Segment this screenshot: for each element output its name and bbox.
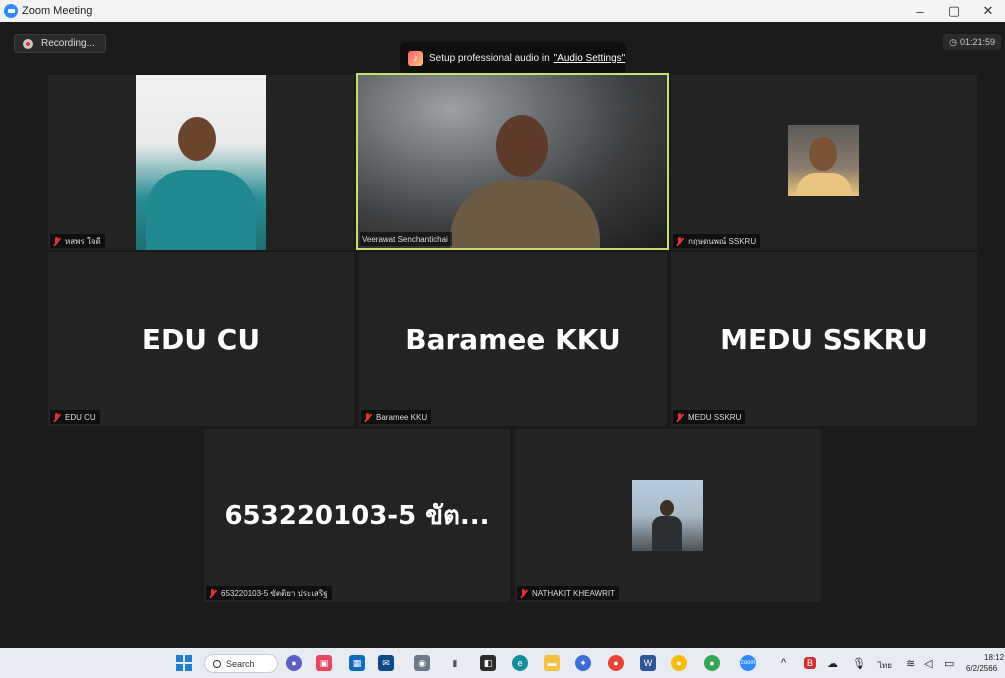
participant-name-tag: Veerawat Senchantichai bbox=[360, 232, 452, 246]
restore-button[interactable]: ▢ bbox=[937, 0, 971, 22]
participant-display-name: MEDU SSKRU bbox=[720, 322, 928, 356]
zoom-icon[interactable]: zoom bbox=[740, 655, 756, 671]
tray-cloud-icon[interactable]: ☁ bbox=[827, 657, 838, 670]
search-icon bbox=[213, 659, 221, 668]
battery-icon[interactable]: ▭ bbox=[944, 657, 954, 670]
meeting-timer: ◷ 01:21:59 bbox=[943, 34, 1001, 50]
mic-muted-icon bbox=[519, 588, 528, 598]
word-icon[interactable]: W bbox=[640, 655, 656, 671]
record-icon bbox=[23, 38, 33, 49]
clock-time[interactable]: 18:12 bbox=[984, 653, 1004, 662]
windows-taskbar: Search ● ▣ ▦ ✉ ◉ ▮ ◧ e ▬ ✦ ● W ● ● zoom … bbox=[0, 648, 1005, 678]
tray-chevron-icon[interactable]: ^ bbox=[781, 657, 786, 669]
timer-value: 01:21:59 bbox=[959, 37, 995, 47]
participant-name-tag: MEDU SSKRU bbox=[673, 410, 746, 424]
app-icon[interactable]: ✦ bbox=[575, 655, 591, 671]
clock-icon: ◷ bbox=[949, 36, 957, 47]
audio-settings-banner: ♪ Setup professional audio in "Audio Set… bbox=[400, 42, 626, 74]
participant-tile[interactable]: NATHAKIT KHEAWRIT bbox=[515, 429, 821, 602]
input-language[interactable]: ไทย bbox=[878, 659, 892, 672]
chrome-profile-icon[interactable]: ● bbox=[704, 655, 720, 671]
participant-tile[interactable]: หสพร ใจดี bbox=[48, 75, 354, 250]
participant-tile[interactable]: MEDU SSKRU MEDU SSKRU bbox=[671, 252, 977, 426]
mic-muted-icon bbox=[208, 588, 217, 598]
tray-mic-icon[interactable]: 🎙 bbox=[852, 657, 866, 670]
recording-indicator[interactable]: Recording... bbox=[14, 34, 106, 53]
zoom-logo-icon bbox=[4, 4, 18, 18]
volume-icon[interactable]: ◁ bbox=[924, 657, 932, 670]
file-explorer-icon[interactable]: ▬ bbox=[544, 655, 560, 671]
participant-video bbox=[632, 480, 703, 551]
usb-icon[interactable]: ▮ bbox=[447, 655, 463, 671]
participant-name-tag: NATHAKIT KHEAWRIT bbox=[517, 586, 619, 600]
participant-tile[interactable]: กฤษดนพณ์ SSKRU bbox=[671, 75, 977, 250]
mail-icon[interactable]: ✉ bbox=[378, 655, 394, 671]
window-title: Zoom Meeting bbox=[22, 5, 93, 17]
clock-date[interactable]: 6/2/2566 bbox=[966, 664, 997, 673]
search-label: Search bbox=[226, 658, 255, 669]
music-note-icon: ♪ bbox=[408, 50, 423, 66]
participant-display-name: Baramee KKU bbox=[405, 322, 621, 356]
participant-name-tag: Baramee KKU bbox=[361, 410, 432, 424]
participant-display-name: EDU CU bbox=[141, 322, 261, 356]
chat-icon[interactable]: ● bbox=[286, 655, 302, 671]
title-bar: Zoom Meeting – ▢ ✕ bbox=[0, 0, 1005, 22]
taskbar-search-box[interactable]: Search bbox=[204, 654, 278, 673]
participant-name-tag: กฤษดนพณ์ SSKRU bbox=[673, 234, 761, 248]
participant-name-tag: EDU CU bbox=[50, 410, 100, 424]
participant-display-name: 653220103-5 ขัต... bbox=[224, 501, 490, 531]
recording-label: Recording... bbox=[41, 38, 95, 49]
participant-video bbox=[788, 125, 859, 196]
camera-icon[interactable]: ◉ bbox=[414, 655, 430, 671]
meeting-area: Recording... ♪ Setup professional audio … bbox=[0, 22, 1005, 648]
mic-muted-icon bbox=[52, 236, 61, 246]
participant-video bbox=[358, 75, 667, 248]
participant-tile[interactable]: 653220103-5 ขัต... 653220103-5 ขัตติยา ป… bbox=[204, 429, 510, 602]
mic-muted-icon bbox=[52, 412, 61, 422]
chrome-alt-icon[interactable]: ● bbox=[671, 655, 687, 671]
wifi-icon[interactable]: ≋ bbox=[906, 657, 915, 670]
participant-video bbox=[136, 75, 266, 250]
edge-icon[interactable]: e bbox=[512, 655, 528, 671]
calendar-icon[interactable]: ▦ bbox=[349, 655, 365, 671]
mic-muted-icon bbox=[363, 412, 372, 422]
windows-start-icon[interactable] bbox=[176, 655, 192, 671]
store-icon[interactable]: ▣ bbox=[316, 655, 332, 671]
participant-tile[interactable]: EDU CU EDU CU bbox=[48, 252, 354, 426]
minimize-button[interactable]: – bbox=[903, 0, 937, 22]
sticky-notes-icon[interactable]: ◧ bbox=[480, 655, 496, 671]
audio-settings-link[interactable]: "Audio Settings" bbox=[554, 53, 626, 64]
mic-muted-icon bbox=[675, 412, 684, 422]
chrome-icon[interactable]: ● bbox=[608, 655, 624, 671]
close-button[interactable]: ✕ bbox=[971, 0, 1005, 22]
banner-text: Setup professional audio in bbox=[429, 52, 550, 64]
tray-app-icon[interactable]: B bbox=[804, 657, 816, 669]
mic-muted-icon bbox=[675, 236, 684, 246]
participant-tile-active-speaker[interactable]: Veerawat Senchantichai bbox=[356, 73, 669, 250]
participant-tile[interactable]: Baramee KKU Baramee KKU bbox=[359, 252, 667, 426]
participant-name-tag: 653220103-5 ขัตติยา ประเสริฐ bbox=[206, 586, 332, 600]
participant-name-tag: หสพร ใจดี bbox=[50, 234, 105, 248]
